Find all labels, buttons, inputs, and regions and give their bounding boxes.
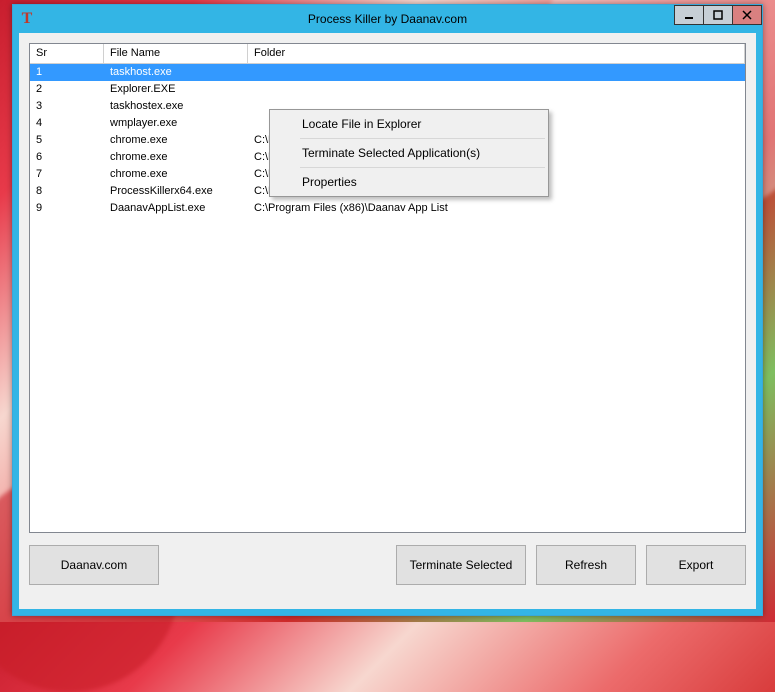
cell-sr: 6 [30,149,104,166]
cell-sr: 8 [30,183,104,200]
app-window: T Process Killer by Daanav.com Sr File N… [12,4,763,616]
context-menu: Locate File in Explorer Terminate Select… [269,109,549,197]
column-header-file[interactable]: File Name [104,44,248,63]
cell-sr: 1 [30,64,104,81]
context-menu-item-properties[interactable]: Properties [272,170,546,194]
cell-sr: 4 [30,115,104,132]
client-area: Sr File Name Folder 1taskhost.exe2Explor… [19,33,756,609]
cell-folder [248,64,745,81]
cell-sr: 5 [30,132,104,149]
cell-file: taskhost.exe [104,64,248,81]
cell-file: Explorer.EXE [104,81,248,98]
spacer [169,545,386,585]
button-row: Daanav.com Terminate Selected Refresh Ex… [29,545,746,585]
export-button[interactable]: Export [646,545,746,585]
column-header-sr[interactable]: Sr [30,44,104,63]
refresh-button[interactable]: Refresh [536,545,636,585]
cell-file: wmplayer.exe [104,115,248,132]
cell-folder [248,81,745,98]
cell-sr: 3 [30,98,104,115]
close-button[interactable] [732,5,762,25]
context-menu-separator [300,138,545,139]
table-row[interactable]: 1taskhost.exe [30,64,745,81]
cell-file: chrome.exe [104,132,248,149]
maximize-icon [713,10,723,20]
app-icon: T [19,11,35,27]
cell-file: chrome.exe [104,149,248,166]
cell-file: taskhostex.exe [104,98,248,115]
minimize-icon [684,10,694,20]
titlebar[interactable]: T Process Killer by Daanav.com [13,5,762,33]
terminate-selected-button[interactable]: Terminate Selected [396,545,526,585]
cell-file: DaanavAppList.exe [104,200,248,217]
cell-file: chrome.exe [104,166,248,183]
cell-sr: 9 [30,200,104,217]
cell-sr: 2 [30,81,104,98]
daanav-link-button[interactable]: Daanav.com [29,545,159,585]
table-row[interactable]: 9DaanavAppList.exeC:\Program Files (x86)… [30,200,745,217]
minimize-button[interactable] [674,5,704,25]
cell-sr: 7 [30,166,104,183]
cell-file: ProcessKillerx64.exe [104,183,248,200]
titlebar-controls [675,5,762,25]
context-menu-item-terminate[interactable]: Terminate Selected Application(s) [272,141,546,165]
context-menu-separator [300,167,545,168]
close-icon [742,10,752,20]
list-header[interactable]: Sr File Name Folder [30,44,745,64]
cell-folder: C:\Program Files (x86)\Daanav App List [248,200,745,217]
window-title: Process Killer by Daanav.com [13,12,762,26]
table-row[interactable]: 2Explorer.EXE [30,81,745,98]
maximize-button[interactable] [703,5,733,25]
column-header-folder[interactable]: Folder [248,44,745,63]
context-menu-item-locate[interactable]: Locate File in Explorer [272,112,546,136]
